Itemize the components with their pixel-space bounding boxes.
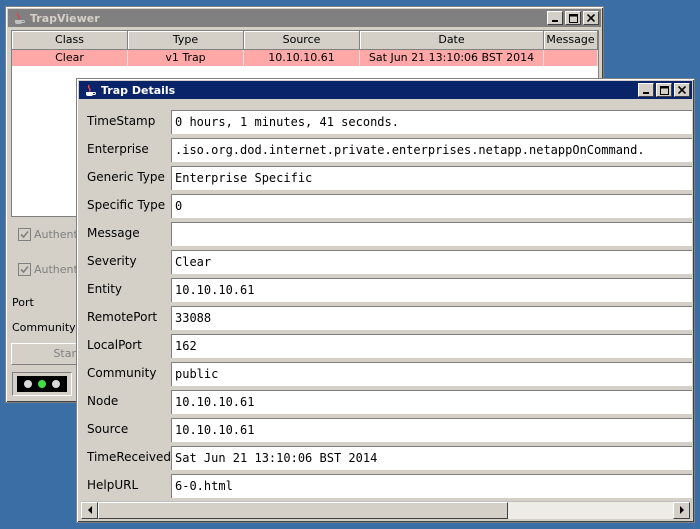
arrow-right-icon: [679, 506, 684, 514]
trap-details-title: Trap Details: [101, 83, 176, 97]
cell-message: [544, 50, 598, 66]
local-port-field[interactable]: 162: [171, 334, 692, 358]
severity-field[interactable]: Clear: [171, 250, 692, 274]
checkbox-checked-icon: [18, 263, 31, 276]
minimize-button[interactable]: [638, 83, 654, 97]
generic-type-field[interactable]: Enterprise Specific: [171, 166, 692, 190]
field-label: LocalPort: [87, 338, 142, 352]
minimize-icon: [643, 92, 649, 94]
auth-checkbox-2[interactable]: Authent: [18, 263, 78, 276]
auth-checkbox-1[interactable]: Authent: [18, 228, 78, 241]
java-cup-icon: [12, 11, 26, 25]
field-row-source: Source 10.10.10.61: [83, 418, 692, 442]
trap-details-window: Trap Details TimeStamp 0 hours, 1 minute…: [76, 78, 695, 523]
maximize-icon: [568, 13, 578, 23]
field-label: TimeReceived: [87, 450, 171, 464]
field-row-specific-type: Specific Type 0: [83, 194, 692, 218]
field-label: Enterprise: [87, 142, 149, 156]
column-header-class[interactable]: Class: [12, 31, 128, 50]
node-field[interactable]: 10.10.10.61: [171, 390, 692, 414]
field-row-help-url: HelpURL 6-0.html: [83, 474, 692, 498]
field-row-enterprise: Enterprise .iso.org.dod.internet.private…: [83, 138, 692, 162]
minimize-icon: [552, 20, 558, 22]
field-label: TimeStamp: [87, 114, 156, 128]
status-led-2: [38, 380, 46, 388]
status-led-1: [24, 380, 32, 388]
message-field[interactable]: [171, 222, 692, 246]
field-label: Generic Type: [87, 170, 165, 184]
field-row-time-received: TimeReceived Sat Jun 21 13:10:06 BST 201…: [83, 446, 692, 470]
column-header-type[interactable]: Type: [128, 31, 244, 50]
field-row-community: Community public: [83, 362, 692, 386]
scroll-left-button[interactable]: [81, 501, 98, 519]
field-row-message: Message: [83, 222, 692, 246]
timestamp-field[interactable]: 0 hours, 1 minutes, 41 seconds.: [171, 110, 692, 134]
status-led-3: [52, 380, 60, 388]
column-header-date[interactable]: Date: [360, 31, 544, 50]
maximize-button[interactable]: [565, 11, 581, 25]
field-label: Entity: [87, 282, 123, 296]
field-row-remote-port: RemotePort 33088: [83, 306, 692, 330]
entity-field[interactable]: 10.10.10.61: [171, 278, 692, 302]
arrow-left-icon: [87, 506, 92, 514]
minimize-button[interactable]: [547, 11, 563, 25]
field-label: HelpURL: [87, 478, 139, 492]
field-row-local-port: LocalPort 162: [83, 334, 692, 358]
scroll-right-button[interactable]: [673, 501, 690, 519]
close-button[interactable]: [583, 11, 599, 25]
column-header-source[interactable]: Source: [244, 31, 360, 50]
auth-checkbox-2-label: Authent: [34, 263, 78, 276]
table-row[interactable]: Clear v1 Trap 10.10.10.61 Sat Jun 21 13:…: [12, 50, 598, 66]
field-row-entity: Entity 10.10.10.61: [83, 278, 692, 302]
cell-class: Clear: [12, 50, 128, 66]
field-row-generic-type: Generic Type Enterprise Specific: [83, 166, 692, 190]
field-label: Node: [87, 394, 119, 408]
close-icon: [678, 86, 686, 94]
specific-type-field[interactable]: 0: [171, 194, 692, 218]
close-button[interactable]: [674, 83, 690, 97]
horizontal-scrollbar[interactable]: [81, 501, 690, 519]
field-label: Specific Type: [87, 198, 166, 212]
community-label: Community: [12, 321, 76, 334]
trapviewer-title: TrapViewer: [30, 11, 100, 25]
start-button[interactable]: Star: [11, 343, 81, 365]
status-indicator: [12, 372, 72, 396]
port-label: Port: [12, 296, 34, 309]
trap-details-titlebar[interactable]: Trap Details: [79, 81, 692, 99]
community-field[interactable]: public: [171, 362, 692, 386]
scroll-thumb[interactable]: [98, 501, 508, 519]
field-row-node: Node 10.10.10.61: [83, 390, 692, 414]
field-row-timestamp: TimeStamp 0 hours, 1 minutes, 41 seconds…: [83, 110, 692, 134]
start-button-label: Star: [53, 347, 76, 360]
source-field[interactable]: 10.10.10.61: [171, 418, 692, 442]
field-label: Source: [87, 422, 129, 436]
column-header-message[interactable]: Message: [544, 31, 598, 50]
java-cup-icon: [83, 83, 97, 97]
scroll-track[interactable]: [98, 501, 673, 519]
cell-type: v1 Trap: [128, 50, 244, 66]
field-label: Severity: [87, 254, 137, 268]
field-label: Community: [87, 366, 157, 380]
checkbox-checked-icon: [18, 228, 31, 241]
auth-checkbox-1-label: Authent: [34, 228, 78, 241]
field-label: Message: [87, 226, 140, 240]
help-url-field[interactable]: 6-0.html: [171, 474, 692, 498]
maximize-icon: [659, 85, 669, 95]
remote-port-field[interactable]: 33088: [171, 306, 692, 330]
close-icon: [587, 14, 595, 22]
maximize-button[interactable]: [656, 83, 672, 97]
cell-source: 10.10.10.61: [244, 50, 360, 66]
time-received-field[interactable]: Sat Jun 21 13:10:06 BST 2014: [171, 446, 692, 470]
field-row-severity: Severity Clear: [83, 250, 692, 274]
trapviewer-titlebar[interactable]: TrapViewer: [8, 9, 601, 27]
enterprise-field[interactable]: .iso.org.dod.internet.private.enterprise…: [171, 138, 692, 162]
trap-table-header: Class Type Source Date Message: [12, 31, 598, 50]
cell-date: Sat Jun 21 13:10:06 BST 2014: [360, 50, 544, 66]
field-label: RemotePort: [87, 310, 158, 324]
